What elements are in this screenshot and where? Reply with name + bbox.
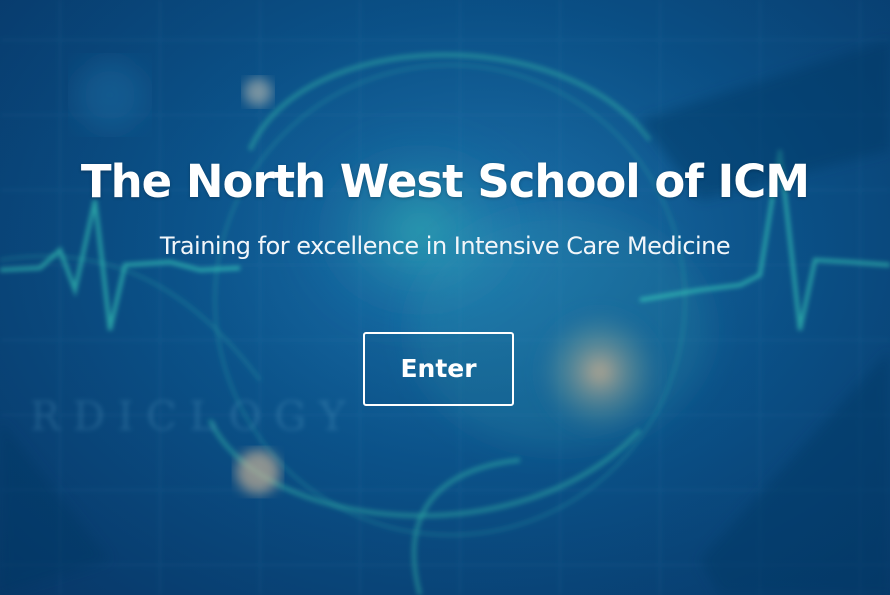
page-subtitle: Training for excellence in Intensive Car…	[159, 232, 731, 260]
enter-button[interactable]: Enter	[363, 332, 514, 406]
page-title: The North West School of ICM	[80, 155, 810, 208]
background-overlay	[0, 0, 890, 595]
hero-section: R D I C L O G Y The North West School of…	[0, 0, 890, 595]
